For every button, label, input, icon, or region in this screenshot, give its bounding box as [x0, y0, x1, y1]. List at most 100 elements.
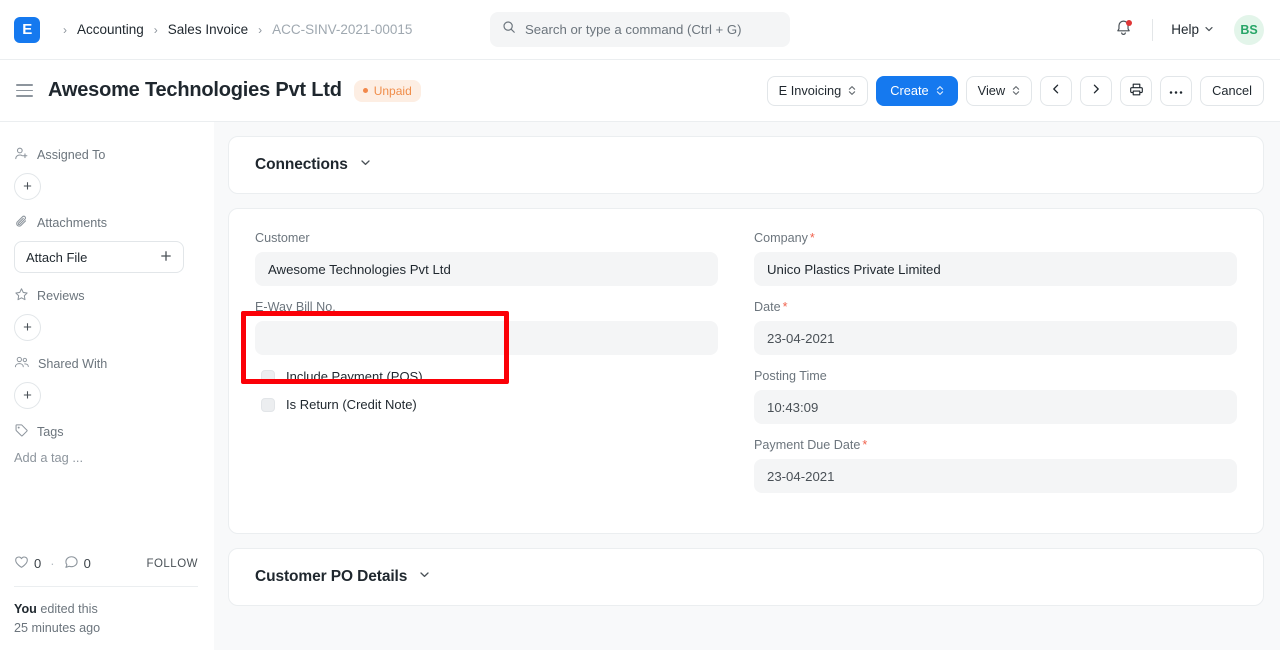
eway-bill-no-label: E-Way Bill No.	[255, 300, 718, 314]
payment-due-date-input[interactable]: 23-04-2021	[754, 459, 1237, 493]
attachments-header: Attachments	[14, 214, 198, 232]
comment-icon[interactable]	[64, 555, 79, 572]
help-label: Help	[1171, 22, 1199, 37]
edited-by-user: You	[14, 602, 37, 616]
add-tag-input[interactable]: Add a tag ...	[14, 450, 198, 465]
field-eway-bill-no: E-Way Bill No.	[255, 300, 718, 355]
payment-due-date-label-text: Payment Due Date	[754, 438, 860, 452]
date-input[interactable]: 23-04-2021	[754, 321, 1237, 355]
is-return-label: Is Return (Credit Note)	[286, 397, 417, 412]
last-edited-info: You edited this 25 minutes ago	[14, 587, 198, 638]
chevron-updown-icon	[936, 85, 944, 96]
invoice-details-card: Customer Awesome Technologies Pvt Ltd E-…	[228, 208, 1264, 534]
breadcrumb-separator: ›	[258, 24, 262, 36]
breadcrumb-separator: ›	[63, 24, 67, 36]
e-invoicing-button[interactable]: E Invoicing	[767, 76, 869, 106]
attachments-label: Attachments	[37, 216, 107, 230]
include-payment-label: Include Payment (POS)	[286, 369, 423, 384]
cancel-button[interactable]: Cancel	[1200, 76, 1264, 106]
status-badge: Unpaid	[354, 80, 421, 102]
required-asterisk: *	[862, 438, 867, 452]
shared-with-label: Shared With	[38, 357, 107, 371]
add-review-button[interactable]: +	[14, 314, 41, 341]
shared-with-header: Shared With	[14, 355, 198, 373]
add-assignment-button[interactable]: +	[14, 173, 41, 200]
breadcrumb-item-sales-invoice[interactable]: Sales Invoice	[167, 20, 249, 39]
breadcrumb-separator: ›	[154, 24, 158, 36]
company-input[interactable]: Unico Plastics Private Limited	[754, 252, 1237, 286]
breadcrumb: › Accounting › Sales Invoice › ACC-SINV-…	[54, 20, 413, 39]
checkbox-include-payment[interactable]: Include Payment (POS)	[255, 369, 718, 384]
connections-title: Connections	[255, 156, 348, 174]
assigned-to-label: Assigned To	[37, 148, 105, 162]
chevron-down-icon[interactable]	[418, 568, 431, 586]
app-logo[interactable]: E	[14, 17, 40, 43]
customer-po-section-header[interactable]: Customer PO Details	[229, 549, 1263, 605]
view-label: View	[978, 83, 1006, 98]
assigned-to-header: Assigned To	[14, 146, 198, 164]
tags-label: Tags	[37, 425, 64, 439]
search-placeholder: Search or type a command (Ctrl + G)	[525, 22, 742, 37]
status-dot-icon	[363, 88, 368, 93]
field-customer: Customer Awesome Technologies Pvt Ltd	[255, 231, 718, 286]
application-window: E › Accounting › Sales Invoice › ACC-SIN…	[0, 0, 1280, 650]
reviews-header: Reviews	[14, 287, 198, 305]
checkbox-is-return[interactable]: Is Return (Credit Note)	[255, 397, 718, 412]
people-icon	[14, 355, 30, 373]
view-button[interactable]: View	[966, 76, 1033, 106]
navbar-right-group: Help BS	[1106, 13, 1264, 47]
global-search[interactable]: Search or type a command (Ctrl + G)	[490, 12, 790, 47]
e-invoicing-label: E Invoicing	[779, 83, 842, 98]
top-navbar: E › Accounting › Sales Invoice › ACC-SIN…	[0, 0, 1280, 60]
connections-section-header[interactable]: Connections	[229, 137, 1263, 193]
field-date: Date* 23-04-2021	[754, 300, 1237, 355]
chevron-updown-icon	[1012, 85, 1020, 96]
eway-bill-no-input[interactable]	[255, 321, 718, 355]
checkbox-icon[interactable]	[261, 398, 275, 412]
date-label-text: Date	[754, 300, 781, 314]
page-actions: E Invoicing Create Vie	[767, 76, 1264, 106]
status-badge-label: Unpaid	[374, 84, 412, 98]
follow-button[interactable]: FOLLOW	[146, 558, 198, 570]
attach-file-button[interactable]: Attach File	[14, 241, 184, 273]
paperclip-icon	[14, 214, 29, 232]
breadcrumb-item-current-doc[interactable]: ACC-SINV-2021-00015	[271, 20, 413, 39]
customer-input[interactable]: Awesome Technologies Pvt Ltd	[255, 252, 718, 286]
form-column-right: Company* Unico Plastics Private Limited …	[746, 231, 1237, 507]
user-avatar[interactable]: BS	[1234, 15, 1264, 45]
comment-count: 0	[84, 556, 91, 571]
sidebar-section-tags: Tags Add a tag ...	[14, 423, 198, 465]
required-asterisk: *	[810, 231, 815, 245]
edited-timestamp: 25 minutes ago	[14, 619, 198, 638]
payment-due-date-label: Payment Due Date*	[754, 438, 1237, 452]
print-button[interactable]	[1120, 76, 1152, 106]
chevron-down-icon[interactable]	[359, 156, 372, 174]
previous-document-button[interactable]	[1040, 76, 1072, 106]
chevron-left-icon	[1050, 83, 1062, 98]
help-menu-button[interactable]: Help	[1165, 18, 1220, 41]
add-share-button[interactable]: +	[14, 382, 41, 409]
user-plus-icon	[14, 146, 29, 164]
posting-time-input[interactable]: 10:43:09	[754, 390, 1237, 424]
heart-icon[interactable]	[14, 555, 29, 572]
notifications-button[interactable]	[1106, 13, 1140, 47]
navbar-divider	[1152, 19, 1153, 41]
search-icon	[502, 20, 516, 39]
more-options-button[interactable]	[1160, 76, 1192, 106]
chevron-right-icon	[1090, 83, 1102, 98]
create-button[interactable]: Create	[876, 76, 957, 106]
checkbox-icon[interactable]	[261, 370, 275, 384]
breadcrumb-item-accounting[interactable]: Accounting	[76, 20, 145, 39]
sidebar-toggle-icon[interactable]	[14, 84, 36, 97]
notification-badge-dot	[1126, 20, 1132, 26]
sidebar-footer: 0 · 0 FOLLOW You edited this	[14, 555, 198, 638]
chevron-updown-icon	[848, 85, 856, 96]
page-header: Awesome Technologies Pvt Ltd Unpaid E In…	[0, 60, 1280, 122]
document-sidebar: Assigned To + Attachments Attach File	[0, 122, 214, 650]
posting-time-label: Posting Time	[754, 369, 1237, 383]
sidebar-section-assigned-to: Assigned To +	[14, 146, 198, 200]
form-column-left: Customer Awesome Technologies Pvt Ltd E-…	[255, 231, 746, 507]
sidebar-section-reviews: Reviews +	[14, 287, 198, 341]
next-document-button[interactable]	[1080, 76, 1112, 106]
search-input-box[interactable]: Search or type a command (Ctrl + G)	[490, 12, 790, 47]
